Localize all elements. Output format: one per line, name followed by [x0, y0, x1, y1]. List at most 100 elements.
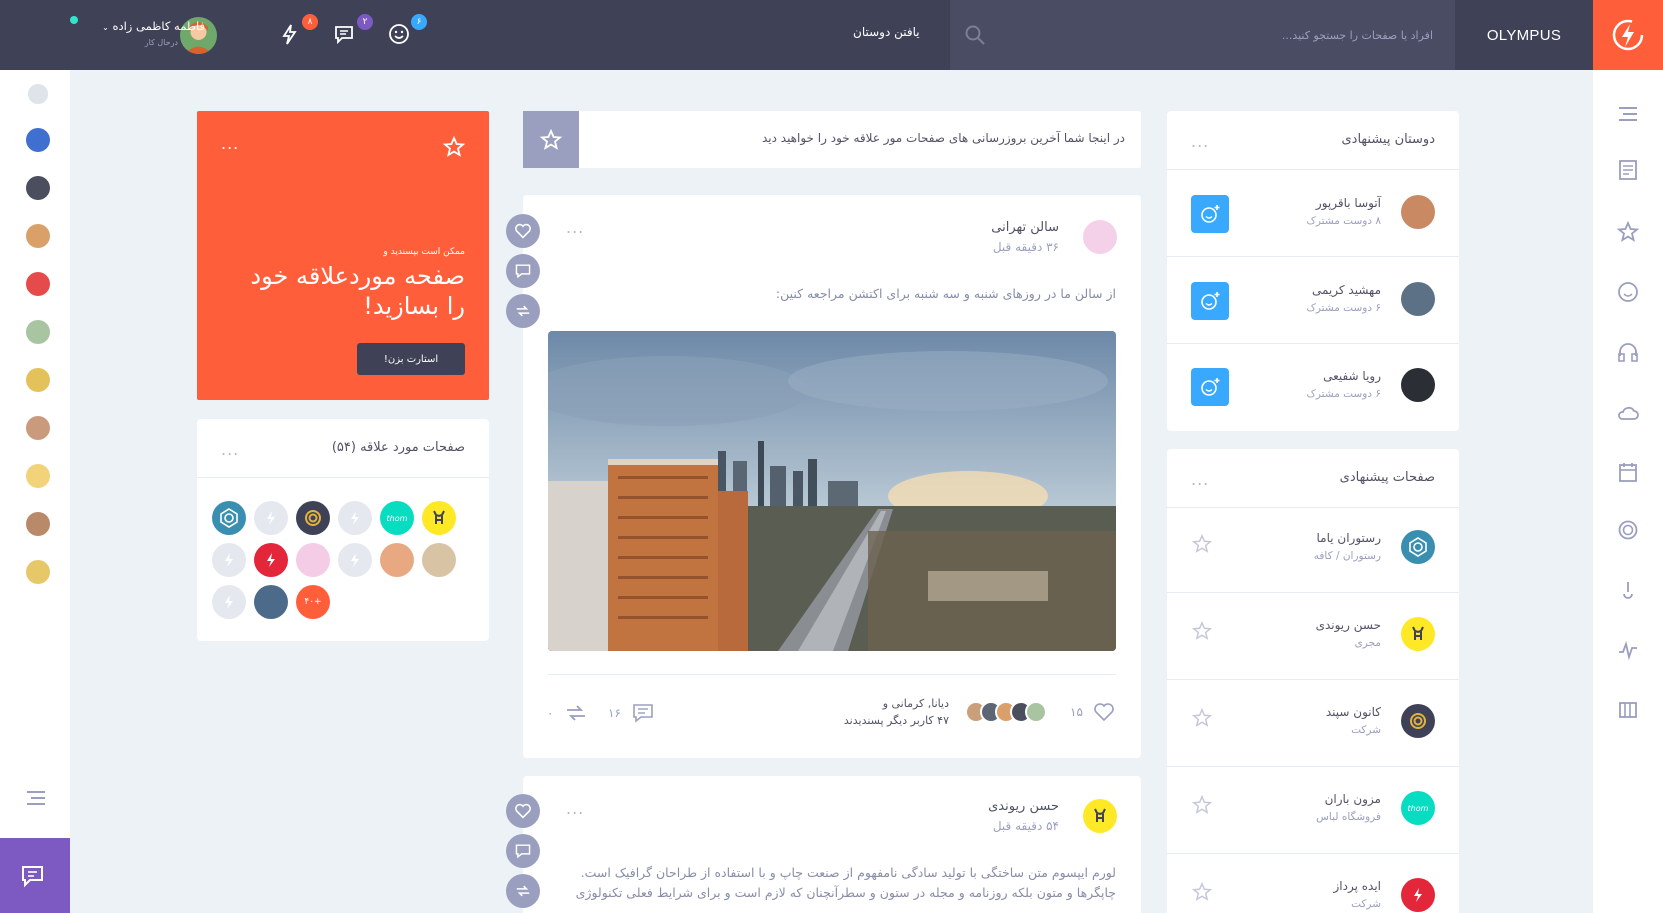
friend-avatar[interactable] [26, 320, 50, 344]
friend-avatar[interactable] [1401, 282, 1435, 316]
search-input[interactable] [1025, 28, 1455, 42]
headphones-icon[interactable] [1616, 340, 1640, 364]
more-options-icon[interactable]: ... [566, 801, 584, 817]
like-button[interactable] [506, 794, 540, 828]
friend-name[interactable]: مهشید کریمی [1312, 283, 1381, 297]
friend-avatar[interactable] [26, 272, 50, 296]
friend-avatar[interactable] [26, 464, 50, 488]
stats-icon[interactable] [1616, 638, 1640, 662]
more-options-icon[interactable]: ... [1191, 472, 1209, 488]
heart-icon[interactable] [1093, 702, 1115, 722]
page-logo[interactable] [1401, 704, 1435, 738]
notifications-button[interactable]: ۸ [278, 14, 318, 48]
user-name[interactable]: فاطمه کاظمی زاده ⌄ [102, 19, 205, 33]
friend-avatar[interactable] [26, 368, 50, 392]
share-button[interactable] [506, 874, 540, 908]
friend-avatar[interactable] [26, 416, 50, 440]
add-friend-button[interactable] [1191, 195, 1229, 233]
comment-button[interactable] [506, 254, 540, 288]
comment-icon[interactable] [631, 702, 655, 724]
chevron-down-icon[interactable]: ⌄ [102, 23, 109, 32]
girl-avatar-icon[interactable] [380, 543, 414, 577]
wifi-logo-icon[interactable] [296, 501, 330, 535]
olympus-logo[interactable] [1593, 0, 1663, 70]
olympus-logo-icon[interactable] [212, 585, 246, 619]
page-name[interactable]: ایده پرداز [1333, 879, 1381, 893]
deer-logo-icon[interactable] [422, 501, 456, 535]
post-time: ۵۴ دقیقه قبل [992, 819, 1059, 833]
friend-requests-button[interactable]: ۶ [387, 14, 427, 48]
like-button[interactable] [506, 214, 540, 248]
friend-avatar[interactable] [1401, 195, 1435, 229]
start-button[interactable]: استارت بزن! [357, 343, 465, 375]
author-avatar[interactable] [1083, 799, 1117, 833]
comment-button[interactable] [506, 834, 540, 868]
star-icon[interactable] [1191, 620, 1213, 642]
author-avatar[interactable] [1083, 220, 1117, 254]
smiley-icon [389, 24, 409, 44]
page-logo[interactable] [1401, 617, 1435, 651]
manage-widgets-icon[interactable] [1616, 698, 1640, 722]
friend-name[interactable]: رویا شفیعی [1323, 369, 1381, 383]
page-name[interactable]: کانون سپند [1326, 705, 1381, 719]
chat-toggle-button[interactable] [0, 838, 70, 913]
thom-logo-icon[interactable]: thom [1401, 791, 1435, 825]
post-photo[interactable] [548, 331, 1116, 651]
friend-avatar[interactable] [26, 176, 50, 200]
friend-avatar[interactable] [26, 128, 50, 152]
find-friends-link[interactable]: یافتن دوستان [853, 25, 920, 39]
star-button[interactable] [523, 111, 579, 168]
more-pages-badge[interactable]: ۴۰+ [296, 585, 330, 619]
geo-logo-icon[interactable] [212, 501, 246, 535]
friend-avatar[interactable] [26, 512, 50, 536]
music-icon[interactable] [1616, 578, 1640, 602]
liked-by-avatars[interactable] [965, 701, 1055, 725]
weather-icon[interactable] [1616, 400, 1640, 424]
liked-by-names[interactable]: دیانا, کرمانی و [883, 697, 949, 710]
olympus-logo-icon[interactable] [212, 543, 246, 577]
more-options-icon[interactable]: ... [566, 220, 584, 236]
badges-icon[interactable] [1616, 518, 1640, 542]
friend-avatar[interactable] [26, 224, 50, 248]
olympus-logo-icon[interactable] [338, 543, 372, 577]
star-icon[interactable] [1616, 220, 1640, 244]
pink-avatar-icon[interactable] [296, 543, 330, 577]
add-friend-button[interactable] [1191, 282, 1229, 320]
messages-button[interactable]: ۲ [333, 14, 373, 48]
page-name[interactable]: مزون باران [1325, 792, 1381, 806]
friend-avatar[interactable] [26, 82, 50, 106]
star-icon[interactable] [1191, 707, 1213, 729]
share-icon[interactable] [563, 702, 589, 724]
calendar-icon[interactable] [1616, 460, 1640, 484]
newsfeed-icon[interactable] [1616, 158, 1640, 182]
more-options-icon[interactable]: ... [1191, 134, 1209, 150]
post-author[interactable]: حسن ریوندی [988, 799, 1059, 814]
share-button[interactable] [506, 294, 540, 328]
star-icon[interactable] [1191, 881, 1213, 903]
more-options-icon[interactable]: ... [221, 442, 239, 458]
add-friend-button[interactable] [1191, 368, 1229, 406]
menu-icon[interactable] [1616, 102, 1640, 126]
friend-avatar[interactable] [1401, 368, 1435, 402]
page-logo[interactable] [1401, 878, 1435, 912]
olympus-logo-icon[interactable] [254, 501, 288, 535]
page-logo[interactable] [1401, 530, 1435, 564]
menu-icon[interactable] [25, 788, 47, 808]
bunny-avatar-icon[interactable] [422, 543, 456, 577]
flash-logo-icon[interactable] [254, 543, 288, 577]
friend-avatar[interactable] [26, 560, 50, 584]
search-icon[interactable] [964, 24, 986, 46]
page-name[interactable]: حسن ریوندی [1316, 618, 1381, 632]
page-name[interactable]: رستوران یاما [1316, 531, 1381, 545]
beard-avatar-icon[interactable] [254, 585, 288, 619]
post-author[interactable]: سالن تهرانی [991, 220, 1059, 235]
more-options-icon[interactable]: ... [221, 136, 239, 152]
olympus-logo-icon[interactable] [338, 501, 372, 535]
star-icon[interactable] [1191, 794, 1213, 816]
smiley-icon[interactable] [1616, 280, 1640, 304]
star-icon[interactable] [442, 135, 466, 159]
liked-by-count[interactable]: ۴۷ کاربر دیگر پسندیدند [844, 714, 949, 727]
friend-name[interactable]: آتوسا باقرپور [1316, 196, 1381, 210]
star-icon[interactable] [1191, 533, 1213, 555]
thom-logo-icon[interactable]: thom [380, 501, 414, 535]
